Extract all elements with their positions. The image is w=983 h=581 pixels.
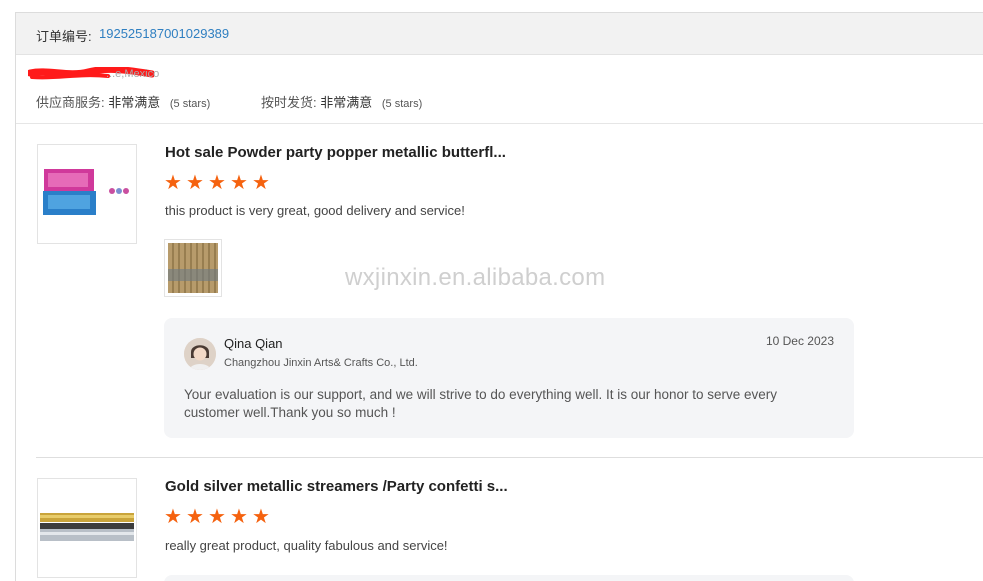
order-review-panel: 订单编号: 192525187001029389 ...e,Mexico 供应商… (15, 12, 983, 581)
divider (16, 123, 983, 124)
product-title[interactable]: Hot sale Powder party popper metallic bu… (165, 144, 506, 161)
reply-text: Your evaluation is our support, and we w… (184, 387, 778, 420)
product-star-rating: ★ ★ ★ ★ ★ (164, 506, 271, 528)
star-icon: ★ (164, 506, 182, 528)
rating-value: 非常满意 (108, 95, 161, 110)
product-image (40, 513, 134, 541)
product-thumbnail[interactable] (37, 478, 137, 578)
rating-value: 非常满意 (320, 95, 373, 110)
product-image (43, 169, 129, 215)
star-icon: ★ (252, 506, 270, 528)
product-thumbnail[interactable] (37, 144, 137, 244)
star-icon: ★ (208, 506, 226, 528)
star-icon: ★ (230, 506, 248, 528)
reply-author-name: Qina Qian (224, 336, 283, 351)
product-title[interactable]: Gold silver metallic streamers /Party co… (165, 478, 508, 495)
star-icon: ★ (186, 506, 204, 528)
order-header: 订单编号: 192525187001029389 (16, 13, 983, 55)
order-number-label: 订单编号: (36, 29, 92, 44)
rating-stars-text: (5 stars) (169, 98, 211, 110)
watermark: wxjinxin.en.alibaba.com (345, 264, 606, 291)
supplier-reply (164, 575, 854, 581)
star-icon: ★ (208, 172, 226, 194)
divider (36, 457, 983, 458)
product-star-rating: ★ ★ ★ ★ ★ (164, 172, 271, 194)
reply-date: 10 Dec 2023 (765, 334, 834, 348)
reply-company-name: Changzhou Jinxin Arts& Crafts Co., Ltd. (224, 357, 418, 369)
star-icon: ★ (230, 172, 248, 194)
buyer-location: ...e,Mexico (106, 68, 160, 80)
star-icon: ★ (186, 172, 204, 194)
supplier-reply: Qina Qian Changzhou Jinxin Arts& Crafts … (164, 318, 854, 438)
rating-stars-text: (5 stars) (381, 98, 423, 110)
star-icon: ★ (164, 172, 182, 194)
star-icon: ★ (252, 172, 270, 194)
on-time-shipping-rating: 按时发货: 非常满意 (5 stars) (261, 92, 422, 111)
product-comment: really great product, quality fabulous a… (165, 538, 448, 553)
rating-label: 供应商服务: (36, 95, 105, 110)
order-number-link[interactable]: 192525187001029389 (99, 26, 229, 41)
product-comment: this product is very great, good deliver… (165, 203, 465, 218)
avatar-icon (184, 338, 216, 370)
supplier-service-rating: 供应商服务: 非常满意 (5 stars) (36, 92, 210, 111)
rating-label: 按时发货: (261, 95, 317, 110)
review-photo-image (168, 243, 218, 293)
review-photo[interactable] (164, 239, 222, 297)
